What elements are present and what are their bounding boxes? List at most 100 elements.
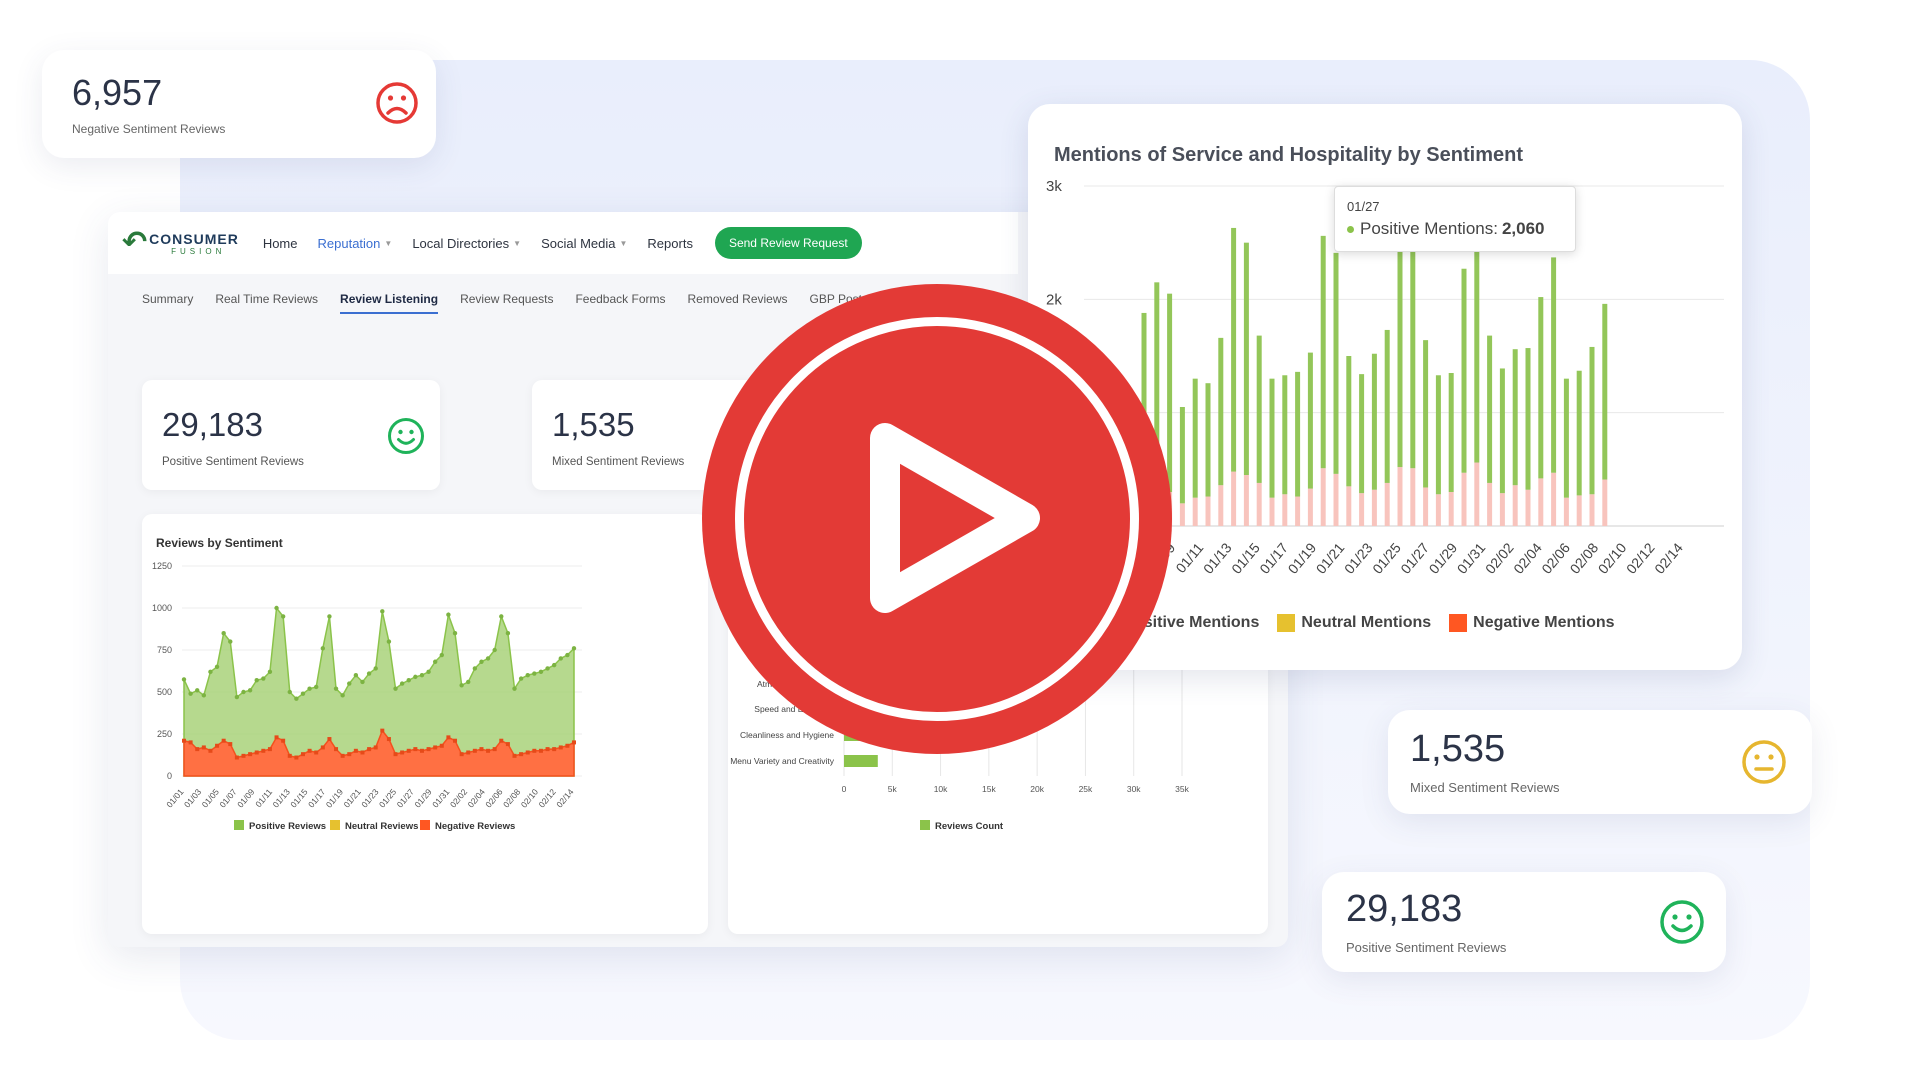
positive-count: 29,183 <box>162 406 263 443</box>
positive-point <box>538 669 544 675</box>
negative-mentions-bar <box>1423 487 1429 526</box>
y-tick-label: 250 <box>157 729 172 739</box>
positive-mentions-bar <box>1423 340 1429 488</box>
negative-point <box>565 743 570 748</box>
y-tick-label: 3k <box>1046 178 1062 195</box>
positive-mentions-bar <box>1320 235 1326 469</box>
x-tick-label: 02/08 <box>1567 539 1602 576</box>
negative-mentions-bar <box>1359 493 1365 526</box>
positive-point <box>545 666 550 671</box>
positive-mentions-bar <box>1551 257 1557 473</box>
y-tick-label: 1000 <box>152 603 172 613</box>
positive-point <box>254 678 259 683</box>
x-tick-label: 01/29 <box>1426 539 1461 576</box>
sub-tabs: Summary Real Time Reviews Review Listeni… <box>142 292 890 314</box>
positive-point <box>280 614 286 619</box>
positive-point <box>228 639 233 644</box>
positive-point <box>518 676 524 681</box>
negative-mentions-bar <box>1256 482 1262 526</box>
nav-local-directories[interactable]: Local Directories ▼ <box>412 236 521 251</box>
positive-point <box>558 656 563 661</box>
negative-mentions-bar <box>1307 488 1313 526</box>
negative-point <box>453 738 458 743</box>
positive-point <box>261 676 266 681</box>
tab-review-requests[interactable]: Review Requests <box>460 292 553 314</box>
tab-real-time-reviews[interactable]: Real Time Reviews <box>215 292 318 314</box>
negative-point <box>195 747 200 752</box>
positive-point <box>380 609 385 614</box>
positive-mentions-bar <box>1397 233 1403 468</box>
x-tick-label: 02/10 <box>1595 539 1630 576</box>
tab-review-listening[interactable]: Review Listening <box>340 292 439 314</box>
negative-point <box>538 748 543 753</box>
positive-mentions-bar <box>1563 378 1569 498</box>
positive-point <box>525 673 530 678</box>
x-tick-label: 01/27 <box>1397 539 1432 576</box>
nav-social-media[interactable]: Social Media ▼ <box>541 236 627 251</box>
negative-point <box>406 748 411 753</box>
scene: 6,957 Negative Sentiment Reviews ↶ CONSU… <box>0 0 1920 1080</box>
positive-point <box>399 681 405 686</box>
negative-point <box>426 747 431 752</box>
positive-mentions-bar <box>1192 378 1198 498</box>
negative-point <box>532 748 537 753</box>
tab-feedback-forms[interactable]: Feedback Forms <box>575 292 665 314</box>
nav-reports[interactable]: Reports <box>647 236 693 251</box>
negative-mentions-bar <box>1205 496 1211 526</box>
positive-point <box>287 689 292 695</box>
x-tick-label: 20k <box>1030 784 1044 794</box>
positive-mentions-bar <box>1410 235 1416 469</box>
reviews-count-bar <box>844 755 878 767</box>
tab-removed-reviews[interactable]: Removed Reviews <box>687 292 787 314</box>
nav-reputation-label: Reputation <box>317 235 381 251</box>
positive-mentions-bar <box>1384 329 1390 483</box>
positive-point <box>472 666 478 671</box>
negative-point <box>400 750 405 755</box>
x-tick-label: 02/06 <box>483 787 505 810</box>
negative-point <box>558 745 563 750</box>
negative-point <box>386 737 391 742</box>
negative-mentions-bar <box>1589 494 1595 526</box>
negative-point <box>393 752 398 757</box>
negative-mentions-bar <box>1397 467 1403 526</box>
positive-point <box>512 686 517 691</box>
positive-point <box>485 656 491 661</box>
positive-point <box>181 677 187 682</box>
x-tick-label: 02/06 <box>1538 539 1573 576</box>
tooltip-label: Positive Mentions: <box>1360 219 1498 238</box>
negative-mentions-bar <box>1410 468 1416 526</box>
positive-point <box>571 646 577 651</box>
positive-point <box>393 686 398 691</box>
negative-point <box>380 728 385 733</box>
legend-swatch <box>330 820 340 830</box>
positive-mentions-bar <box>1474 222 1480 463</box>
positive-mentions-bar <box>1576 370 1582 496</box>
x-tick-label: 01/31 <box>1454 539 1489 576</box>
negative-point <box>340 753 345 758</box>
send-review-request-button[interactable]: Send Review Request <box>714 227 862 259</box>
consumer-fusion-logo[interactable]: ↶ CONSUMER FUSION <box>122 228 239 258</box>
positive-point <box>247 688 253 693</box>
positive-point <box>300 691 306 696</box>
negative-point <box>215 743 220 748</box>
nav-home[interactable]: Home <box>263 236 298 251</box>
negative-point <box>188 740 193 745</box>
mixed-label: Mixed Sentiment Reviews <box>552 456 685 468</box>
nav-reputation[interactable]: Reputation ▼ <box>318 236 393 251</box>
positive-mentions-bar <box>1231 227 1237 472</box>
negative-point <box>221 738 226 743</box>
y-tick-label: 1250 <box>152 561 172 571</box>
negative-mentions-bar <box>1295 496 1301 526</box>
tooltip-dot <box>1347 225 1354 233</box>
category-label: Cleanliness and Hygiene <box>740 730 834 740</box>
tab-summary[interactable]: Summary <box>142 292 193 314</box>
negative-point <box>281 738 286 743</box>
positive-point <box>499 614 504 619</box>
negative-point <box>201 745 206 750</box>
negative-mentions-bar <box>1448 492 1454 526</box>
positive-mentions-bar <box>1435 375 1441 495</box>
negative-point <box>519 752 524 757</box>
top-navigation: ↶ CONSUMER FUSION Home Reputation ▼ Local… <box>108 212 1018 274</box>
positive-point <box>386 639 392 644</box>
positive-label: Positive Sentiment Reviews <box>162 456 304 468</box>
